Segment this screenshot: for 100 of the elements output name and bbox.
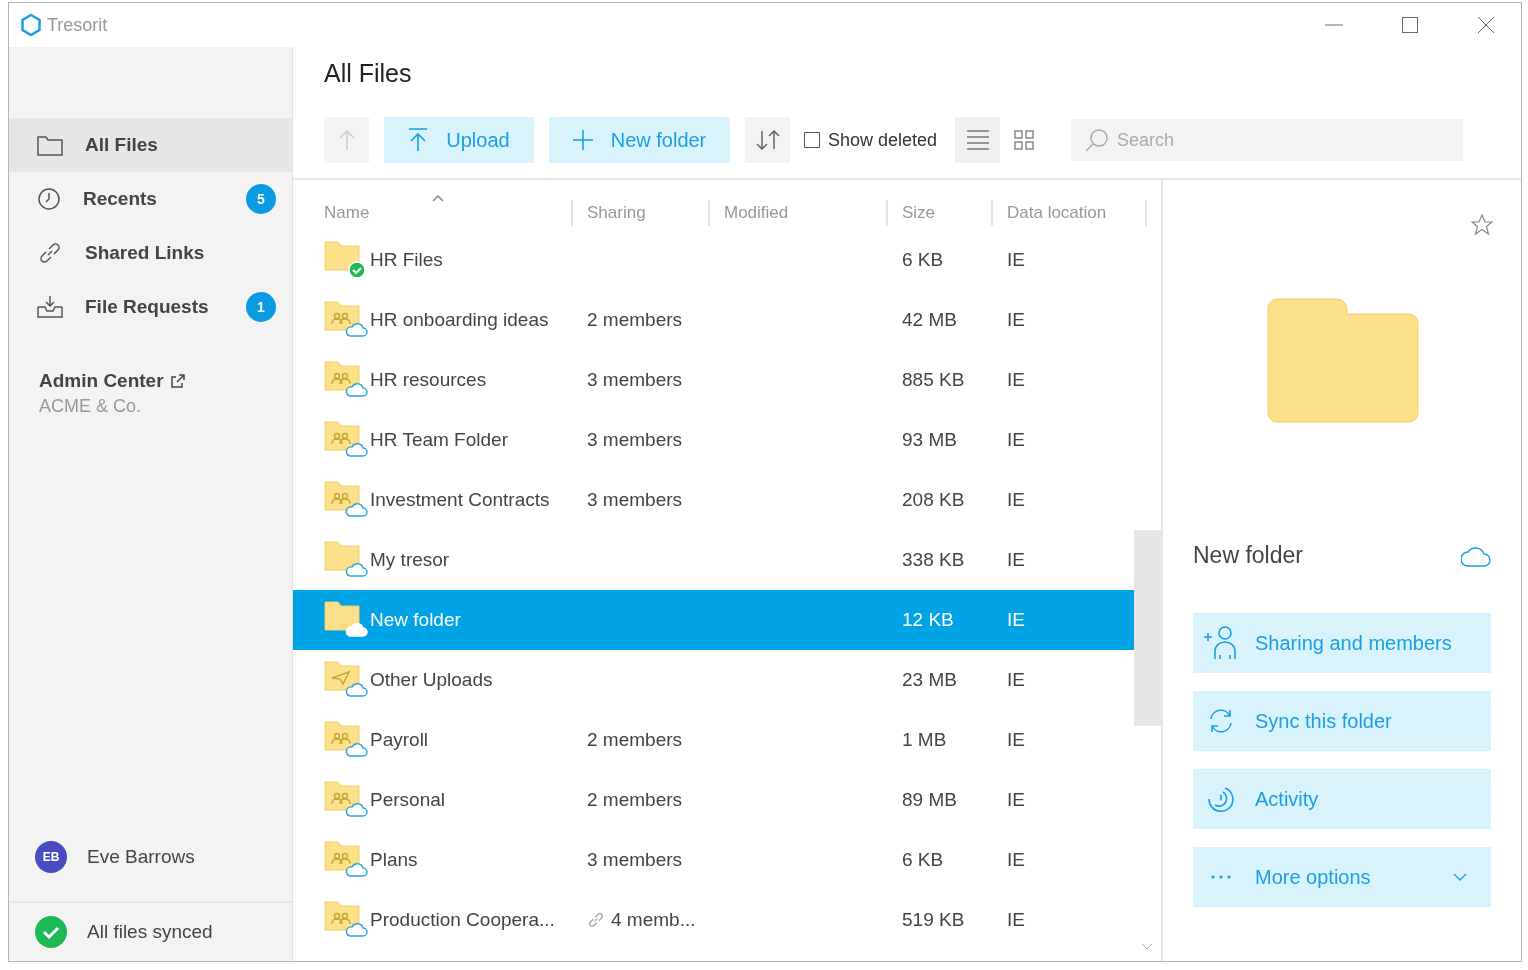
search-field[interactable]: Search bbox=[1071, 119, 1464, 161]
file-size: 6 KB bbox=[902, 849, 945, 871]
upload-icon bbox=[408, 128, 429, 152]
file-row[interactable]: My tresor 338 KB IE bbox=[293, 530, 1134, 590]
data-location: IE bbox=[1007, 549, 1026, 571]
scroll-down-icon bbox=[1141, 943, 1153, 951]
upload-folder-icon bbox=[324, 660, 368, 700]
file-size: 1 MB bbox=[902, 729, 948, 751]
sort-button[interactable] bbox=[745, 117, 790, 163]
file-name: HR Files bbox=[370, 249, 443, 271]
file-size: 89 MB bbox=[902, 789, 958, 811]
file-row[interactable]: Production Coopera... 4 memb... 519 KB IE bbox=[293, 890, 1134, 950]
data-location: IE bbox=[1007, 729, 1026, 751]
sharing-info: 3 members bbox=[587, 429, 683, 451]
page-title: All Files bbox=[323, 58, 413, 89]
file-row[interactable]: Other Uploads 23 MB IE bbox=[293, 650, 1134, 710]
file-size: 93 MB bbox=[902, 429, 958, 451]
file-row[interactable]: Payroll 2 members 1 MB IE bbox=[293, 710, 1134, 770]
sidebar-item-label: All Files bbox=[85, 134, 159, 156]
file-name: Personal bbox=[370, 789, 445, 811]
cloud-icon bbox=[1461, 544, 1491, 567]
folder-icon bbox=[324, 240, 368, 280]
sidebar-item-label: Shared Links bbox=[85, 242, 206, 264]
sharing-info: 3 members bbox=[587, 489, 683, 511]
file-size: 519 KB bbox=[902, 909, 966, 931]
folder-icon bbox=[324, 540, 368, 580]
data-location: IE bbox=[1007, 489, 1026, 511]
more-icon bbox=[1210, 874, 1232, 880]
shared-folder-icon bbox=[324, 300, 368, 340]
shared-folder-icon bbox=[324, 720, 368, 760]
search-input[interactable]: Search bbox=[1115, 128, 1464, 152]
file-name: Other Uploads bbox=[370, 669, 493, 691]
shared-folder-icon bbox=[324, 840, 368, 880]
external-link-icon bbox=[169, 373, 186, 389]
file-name: Plans bbox=[370, 849, 418, 871]
file-name: Payroll bbox=[370, 729, 429, 751]
file-size: 885 KB bbox=[902, 369, 966, 391]
data-location: IE bbox=[1007, 669, 1026, 691]
sidebar-item[interactable]: All Files bbox=[9, 118, 292, 172]
inbox-icon bbox=[37, 295, 63, 319]
sidebar-item[interactable]: Recents 5 bbox=[9, 172, 292, 226]
file-name: HR Team Folder bbox=[370, 429, 508, 451]
close-icon bbox=[1477, 16, 1495, 34]
shared-folder-icon bbox=[324, 480, 368, 520]
file-row[interactable]: Investment Contracts 3 members 208 KB IE bbox=[293, 470, 1134, 530]
window-title: Tresorit bbox=[47, 14, 108, 36]
checkbox-label: Show deleted bbox=[828, 129, 938, 151]
shared-folder-icon bbox=[324, 780, 368, 820]
sidebar-item[interactable]: Shared Links bbox=[9, 226, 292, 280]
data-location: IE bbox=[1007, 369, 1026, 391]
file-row[interactable]: HR resources 3 members 885 KB IE bbox=[293, 350, 1134, 410]
star-icon bbox=[1471, 214, 1493, 236]
sidebar-item[interactable]: File Requests 1 bbox=[9, 280, 292, 334]
data-location: IE bbox=[1007, 909, 1026, 931]
sharing-info: 3 members bbox=[587, 849, 683, 871]
check-circle-icon bbox=[35, 916, 67, 948]
data-location: IE bbox=[1007, 789, 1026, 811]
sort-arrows-icon bbox=[754, 130, 781, 150]
minimize-icon bbox=[1325, 24, 1343, 26]
file-row[interactable]: HR Team Folder 3 members 93 MB IE bbox=[293, 410, 1134, 470]
search-icon bbox=[1085, 128, 1110, 152]
scrollbar-thumb[interactable] bbox=[1134, 530, 1161, 726]
count-badge: 1 bbox=[246, 292, 276, 322]
sharing-info: 4 memb... bbox=[611, 909, 696, 931]
file-size: 338 KB bbox=[902, 549, 966, 571]
file-size: 42 MB bbox=[902, 309, 958, 331]
grid-icon bbox=[1013, 130, 1034, 150]
file-row[interactable]: HR Files 6 KB IE bbox=[293, 230, 1134, 290]
sidebar-item-label: Recents bbox=[83, 188, 158, 210]
shared-folder-icon bbox=[324, 360, 368, 400]
clock-icon bbox=[37, 187, 61, 211]
file-name: Investment Contracts bbox=[370, 489, 550, 511]
file-size: 23 MB bbox=[902, 669, 958, 691]
user-name: Eve Barrows bbox=[87, 846, 195, 868]
file-name: HR onboarding ideas bbox=[370, 309, 549, 331]
checkbox[interactable] bbox=[804, 132, 820, 148]
file-row[interactable]: Personal 2 members 89 MB IE bbox=[293, 770, 1134, 830]
data-location: IE bbox=[1007, 609, 1026, 631]
hexagon-logo-icon bbox=[21, 14, 41, 36]
file-row[interactable]: HR onboarding ideas 2 members 42 MB IE bbox=[293, 290, 1134, 350]
data-location: IE bbox=[1007, 849, 1026, 871]
chevron-down-icon bbox=[1453, 873, 1467, 881]
list-view-button[interactable] bbox=[955, 117, 1001, 163]
details-title: New folder bbox=[1193, 542, 1303, 569]
admin-center-link[interactable]: Admin Center bbox=[39, 370, 292, 392]
shared-folder-icon bbox=[324, 420, 368, 460]
data-location: IE bbox=[1007, 249, 1026, 271]
sharing-info: 2 members bbox=[587, 309, 683, 331]
file-size: 12 KB bbox=[902, 609, 955, 631]
file-name: Production Coopera... bbox=[370, 909, 555, 931]
sort-up-caret-icon bbox=[432, 194, 444, 202]
file-name: New folder bbox=[370, 609, 461, 631]
organization-name: ACME & Co. bbox=[39, 396, 143, 417]
link-icon bbox=[37, 240, 63, 266]
file-row[interactable]: Plans 3 members 6 KB IE bbox=[293, 830, 1134, 890]
arrow-up-icon bbox=[337, 129, 356, 151]
show-deleted-checkbox[interactable]: Show deleted bbox=[804, 129, 938, 151]
folder-preview-icon bbox=[1267, 298, 1419, 424]
folder-icon bbox=[324, 600, 368, 640]
shared-folder-icon bbox=[324, 900, 368, 940]
